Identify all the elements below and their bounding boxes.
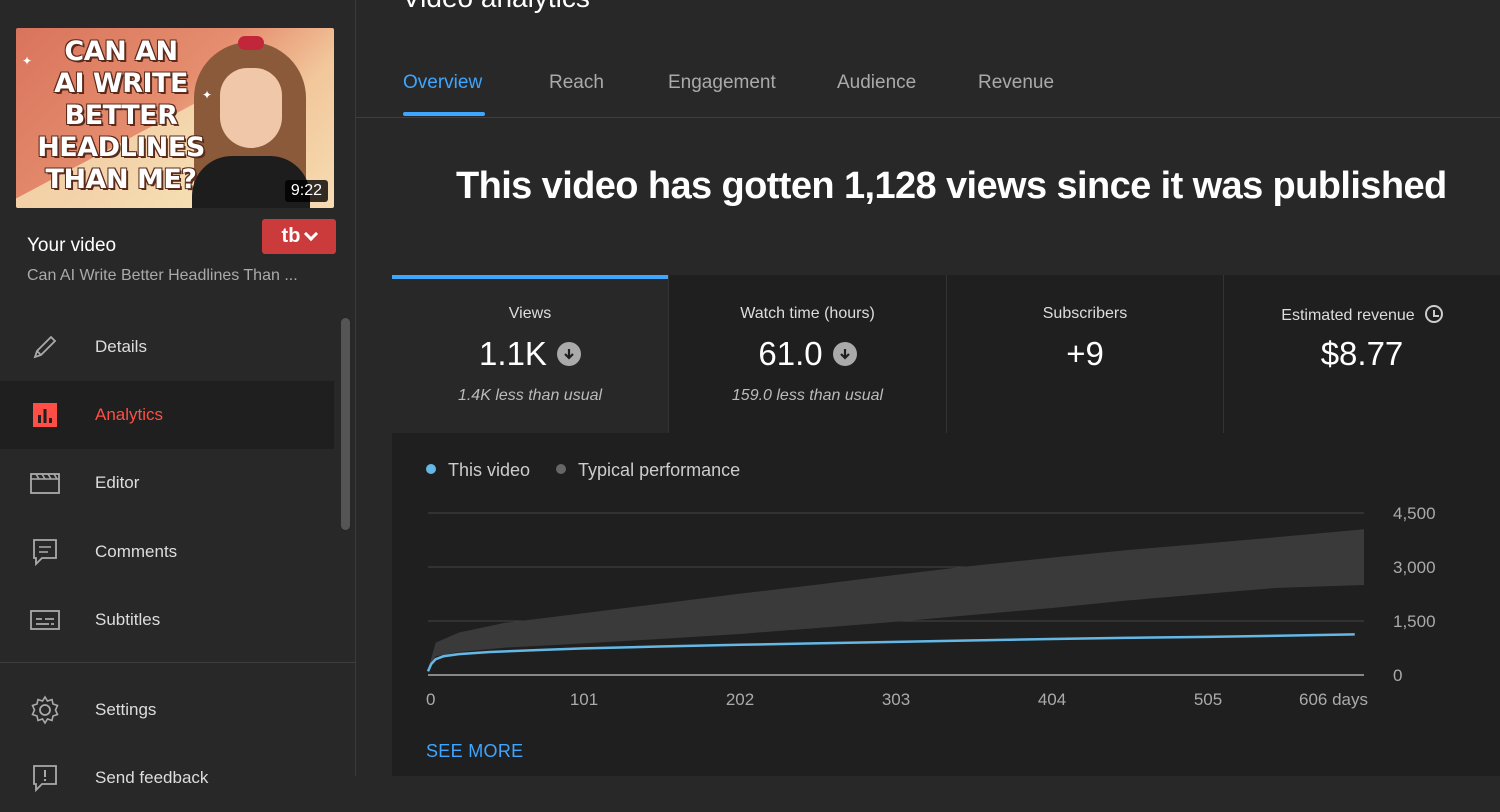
clock-icon[interactable]: [1424, 305, 1443, 323]
y-tick-label: 4,500: [1393, 504, 1436, 523]
metric-value-row: $8.77: [1224, 335, 1500, 373]
sidebar-item-details[interactable]: Details: [0, 313, 334, 381]
sidebar-item-comments[interactable]: Comments: [0, 518, 334, 586]
sidebar-item-label: Analytics: [95, 405, 164, 424]
thumbnail-headline: CAN AN AI WRITE BETTER HEADLINES THAN ME…: [26, 36, 216, 196]
chart-legend: This video Typical performance: [426, 460, 740, 481]
arrow-down-circle-icon: [556, 342, 581, 366]
sidebar-item-label: Subtitles: [95, 610, 161, 629]
main-content: Video analytics Overview Reach Engagemen…: [356, 0, 1500, 776]
tab-reach[interactable]: Reach: [549, 72, 604, 94]
thumbnail-headline-line: HEADLINES: [37, 132, 205, 163]
metric-value: $8.77: [1320, 335, 1404, 372]
sidebar-item-label: Editor: [95, 473, 140, 492]
sidebar-item-subtitles[interactable]: Subtitles: [0, 586, 334, 654]
metric-name: Subscribers: [1042, 305, 1128, 322]
legend-label: Typical performance: [578, 460, 741, 480]
analytics-icon: [30, 400, 60, 430]
legend-dot: [426, 464, 436, 474]
x-tick-label: 202: [726, 690, 754, 709]
arrow-down-circle-icon: [832, 342, 857, 366]
analytics-tabs: Overview Reach Engagement Audience Reven…: [356, 50, 1500, 118]
x-tick-label: 0: [426, 690, 435, 709]
tubebuddy-menu-button[interactable]: tb: [262, 219, 336, 254]
metric-watch-time[interactable]: Watch time (hours) 61.0 159.0 less than …: [669, 275, 947, 433]
sidebar-divider: [0, 662, 356, 663]
metric-value: 61.0: [758, 335, 823, 372]
sidebar-item-label: Comments: [95, 542, 178, 561]
page-title: Video analytics: [402, 0, 590, 14]
video-duration: 9:22: [284, 180, 328, 202]
sidebar-item-label: Details: [95, 337, 147, 356]
sidebar-item-editor[interactable]: Editor: [0, 449, 334, 517]
feedback-icon: [30, 763, 60, 793]
tab-overview[interactable]: Overview: [403, 72, 482, 94]
x-tick-label: 303: [882, 690, 910, 709]
gear-icon: [30, 695, 60, 725]
metric-name: Views: [508, 305, 552, 322]
tab-audience[interactable]: Audience: [837, 72, 916, 94]
pencil-icon: [30, 332, 60, 362]
see-more-link[interactable]: SEE MORE: [426, 741, 523, 762]
video-thumbnail[interactable]: ✦ ✦ CAN AN AI WRITE BETTER HEADLINES THA…: [16, 28, 334, 208]
x-tick-label: 404: [1038, 690, 1066, 709]
thumbnail-scrunchie: [238, 36, 264, 50]
chevron-down-icon: [304, 226, 319, 241]
metric-value-row: 1.1K: [392, 335, 668, 373]
metric-estimated-revenue[interactable]: Estimated revenue $8.77: [1224, 275, 1500, 433]
sidebar-scrollbar[interactable]: [341, 318, 350, 530]
metric-active-indicator: [392, 275, 668, 279]
metric-value-row: 61.0: [669, 335, 946, 373]
sidebar-item-label: Settings: [95, 700, 157, 719]
metric-name: Watch time (hours): [740, 305, 875, 322]
metric-views[interactable]: Views 1.1K 1.4K less than usual: [392, 275, 669, 433]
sidebar: ✦ ✦ CAN AN AI WRITE BETTER HEADLINES THA…: [0, 0, 356, 792]
subtitles-icon: [30, 605, 60, 635]
x-tick-label: 505: [1194, 690, 1222, 709]
metric-subscribers[interactable]: Subscribers +9: [947, 275, 1224, 433]
views-chart[interactable]: 0 1,500 3,000 4,500 0 101 202 303 404 505 606 days: [392, 500, 1500, 725]
legend-label: This video: [448, 460, 531, 480]
metric-note: 159.0 less than usual: [731, 387, 884, 404]
video-title[interactable]: Can AI Write Better Headlines Than ...: [27, 267, 298, 285]
your-video-label: Your video: [27, 235, 117, 256]
y-tick-label: 1,500: [1393, 612, 1436, 631]
metric-name: Estimated revenue: [1281, 307, 1415, 324]
clapperboard-icon: [30, 468, 60, 498]
views-headline: This video has gotten 1,128 views since …: [456, 165, 1447, 207]
thumbnail-headline-line: BETTER: [64, 100, 178, 131]
sidebar-item-settings[interactable]: Settings: [0, 676, 334, 744]
thumbnail-headline-line: AI WRITE: [54, 68, 188, 99]
tab-active-indicator: [403, 112, 485, 116]
tab-revenue[interactable]: Revenue: [978, 72, 1054, 94]
tubebuddy-logo: tb: [281, 225, 301, 247]
sidebar-item-label: Send feedback: [95, 768, 209, 787]
thumbnail-headline-line: CAN AN: [64, 36, 178, 67]
y-tick-label: 0: [1393, 666, 1402, 685]
sidebar-item-send-feedback[interactable]: Send feedback: [0, 744, 334, 812]
metric-name-row: Estimated revenue: [1224, 305, 1500, 325]
overview-card: Views 1.1K 1.4K less than usual Watch ti…: [392, 275, 1500, 776]
comment-icon: [30, 537, 60, 567]
legend-item-typical[interactable]: Typical performance: [556, 460, 740, 481]
metric-value: 1.1K: [479, 335, 547, 372]
x-tick-label: 101: [570, 690, 598, 709]
metric-value: +9: [1066, 335, 1104, 372]
thumbnail-headline-line: THAN ME?: [45, 164, 197, 195]
metric-value-row: +9: [947, 335, 1223, 373]
x-tick-label: 606 days: [1299, 690, 1368, 709]
legend-dot: [556, 464, 567, 474]
legend-item-this-video[interactable]: This video: [426, 460, 530, 481]
y-tick-label: 3,000: [1393, 558, 1436, 577]
metric-note: 1.4K less than usual: [457, 387, 603, 404]
sidebar-item-analytics[interactable]: Analytics: [0, 381, 334, 449]
tab-engagement[interactable]: Engagement: [668, 72, 776, 94]
thumbnail-face: [220, 68, 282, 148]
